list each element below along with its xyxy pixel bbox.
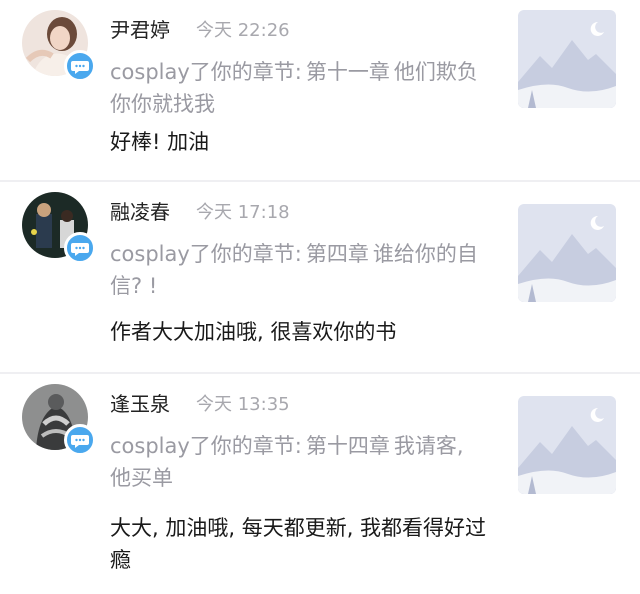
ref-prefix: cosplay了你的章节: xyxy=(110,434,302,458)
mountain-placeholder-icon[interactable] xyxy=(518,10,616,108)
chat-bubble-icon xyxy=(64,424,96,456)
comment-item[interactable]: 逢玉泉 今天 13:35 cosplay了你的章节: 第十四章 我请客, 他买单 大… xyxy=(0,374,640,594)
chapter-reference[interactable]: cosplay了你的章节: 第十四章 我请客, 他买单 xyxy=(110,430,490,494)
chapter-reference[interactable]: cosplay了你的章节: 第四章 谁给你的自信? ! xyxy=(110,238,490,302)
user-name[interactable]: 融凌春 xyxy=(110,196,170,225)
chapter-number: 第四章 xyxy=(305,242,369,266)
comment-item[interactable]: 融凌春 今天 17:18 cosplay了你的章节: 第四章 谁给你的自信? ! 作… xyxy=(0,182,640,372)
comment-text: 作者大大加油哦, 很喜欢你的书 xyxy=(110,320,397,344)
comment-text: 好棒! 加油 xyxy=(110,130,210,154)
chapter-number: 第十一章 xyxy=(305,60,390,84)
comment-time: 今天 17:18 xyxy=(196,202,290,223)
chapter-number: 第十四章 xyxy=(305,434,390,458)
comment-text: 大大, 加油哦, 每天都更新, 我都看得好过瘾 xyxy=(110,516,487,572)
chat-bubble-icon xyxy=(64,50,96,82)
mountain-placeholder-icon[interactable] xyxy=(518,396,616,494)
chapter-reference[interactable]: cosplay了你的章节: 第十一章 他们欺负你你就找我 xyxy=(110,56,490,120)
comment-list: 尹君婷 今天 22:26 cosplay了你的章节: 第十一章 他们欺负你你就找我 … xyxy=(0,0,640,594)
chat-bubble-icon xyxy=(64,232,96,264)
user-name[interactable]: 逢玉泉 xyxy=(110,388,170,417)
comment-time: 今天 13:35 xyxy=(196,394,290,415)
ref-prefix: cosplay了你的章节: xyxy=(110,60,302,84)
comment-item[interactable]: 尹君婷 今天 22:26 cosplay了你的章节: 第十一章 他们欺负你你就找我 … xyxy=(0,0,640,190)
user-name[interactable]: 尹君婷 xyxy=(110,14,170,43)
comment-time: 今天 22:26 xyxy=(196,20,290,41)
mountain-placeholder-icon[interactable] xyxy=(518,204,616,302)
ref-prefix: cosplay了你的章节: xyxy=(110,242,302,266)
